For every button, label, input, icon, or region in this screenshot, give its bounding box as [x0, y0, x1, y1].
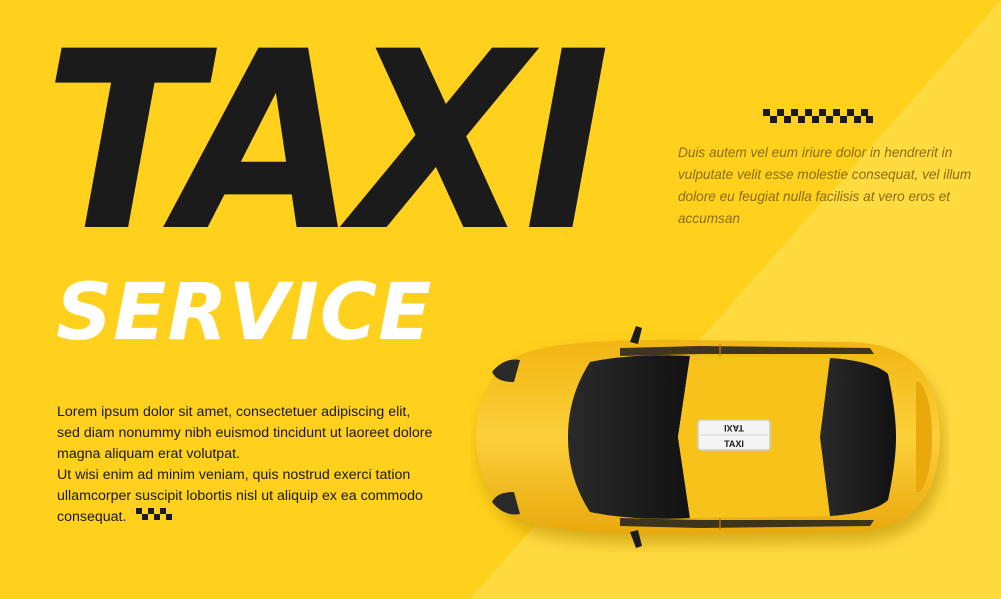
body-paragraph-2: Ut wisi enim ad minim veniam, quis nostr…: [57, 465, 437, 528]
taxi-car-icon: TAXI TAXI: [476, 326, 940, 548]
body-copy: Lorem ipsum dolor sit amet, consectetuer…: [57, 402, 437, 528]
aside-description: Duis autem vel eum iriure dolor in hendr…: [678, 145, 972, 226]
body-paragraph-2-text: Ut wisi enim ad minim veniam, quis nostr…: [57, 467, 423, 525]
body-paragraph-1: Lorem ipsum dolor sit amet, consectetuer…: [57, 404, 433, 462]
checkered-stripe-small-icon: [136, 508, 173, 521]
checkered-stripe-icon: [763, 109, 873, 123]
roof-sign-text-mirrored: TAXI: [724, 423, 744, 433]
headline-subtitle: SERVICE: [56, 268, 433, 358]
roof-sign-text: TAXI: [724, 439, 744, 449]
headline-title: TAXI: [44, 0, 610, 286]
